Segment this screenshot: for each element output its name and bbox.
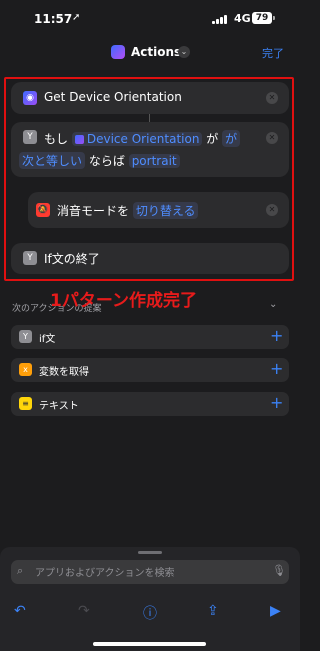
suggestion-label: テキスト	[39, 401, 79, 412]
add-icon[interactable]: +	[270, 326, 283, 345]
battery-tip	[273, 16, 275, 20]
search-icon: ⌕	[17, 564, 24, 577]
search-bar[interactable]: ⌕ 🎙	[11, 560, 289, 584]
sheet-grabber[interactable]	[138, 551, 162, 554]
location-icon: ➚	[72, 12, 81, 23]
undo-icon[interactable]: ↶	[14, 603, 26, 619]
shortcut-icon[interactable]	[111, 45, 125, 59]
share-icon[interactable]: ⇪	[207, 603, 219, 619]
done-button[interactable]: 完了	[262, 45, 284, 61]
microphone-icon[interactable]: 🎙	[272, 564, 286, 577]
action-search-panel: ⌕ 🎙 ↶ ↷ ⓘ ⇪ ▶	[0, 547, 300, 651]
battery-icon: 79	[252, 12, 272, 24]
suggestion-item-if[interactable]: Y if文 +	[11, 325, 289, 349]
info-icon[interactable]: ⓘ	[143, 603, 157, 623]
highlight-box	[4, 77, 294, 281]
suggestion-label: if文	[39, 334, 56, 345]
annotation-text: 1パターン作成完了	[50, 291, 197, 311]
play-icon[interactable]: ▶	[270, 603, 281, 619]
nav-bar: Actions ⌄ 完了	[0, 40, 300, 68]
network-type: 4G	[234, 12, 251, 25]
suggestion-item-text[interactable]: ≡ テキスト +	[11, 392, 289, 416]
home-indicator	[93, 642, 206, 646]
status-time: 11:57	[34, 12, 73, 26]
if-icon: Y	[19, 330, 32, 343]
status-bar: 11:57 ➚ 4G 79	[0, 0, 300, 40]
suggestion-label: 変数を取得	[39, 367, 89, 378]
variable-icon: x	[19, 363, 32, 376]
text-icon: ≡	[19, 397, 32, 410]
add-icon[interactable]: +	[270, 393, 283, 412]
chevron-down-icon[interactable]: ⌄	[178, 46, 190, 58]
add-icon[interactable]: +	[270, 359, 283, 378]
redo-icon: ↷	[78, 603, 90, 619]
search-input[interactable]	[33, 563, 267, 583]
chevron-down-icon[interactable]: ⌄	[269, 299, 277, 310]
suggestion-item-get-variable[interactable]: x 変数を取得 +	[11, 358, 289, 382]
shortcut-title[interactable]: Actions	[131, 45, 181, 59]
cellular-signal-icon	[212, 14, 228, 24]
